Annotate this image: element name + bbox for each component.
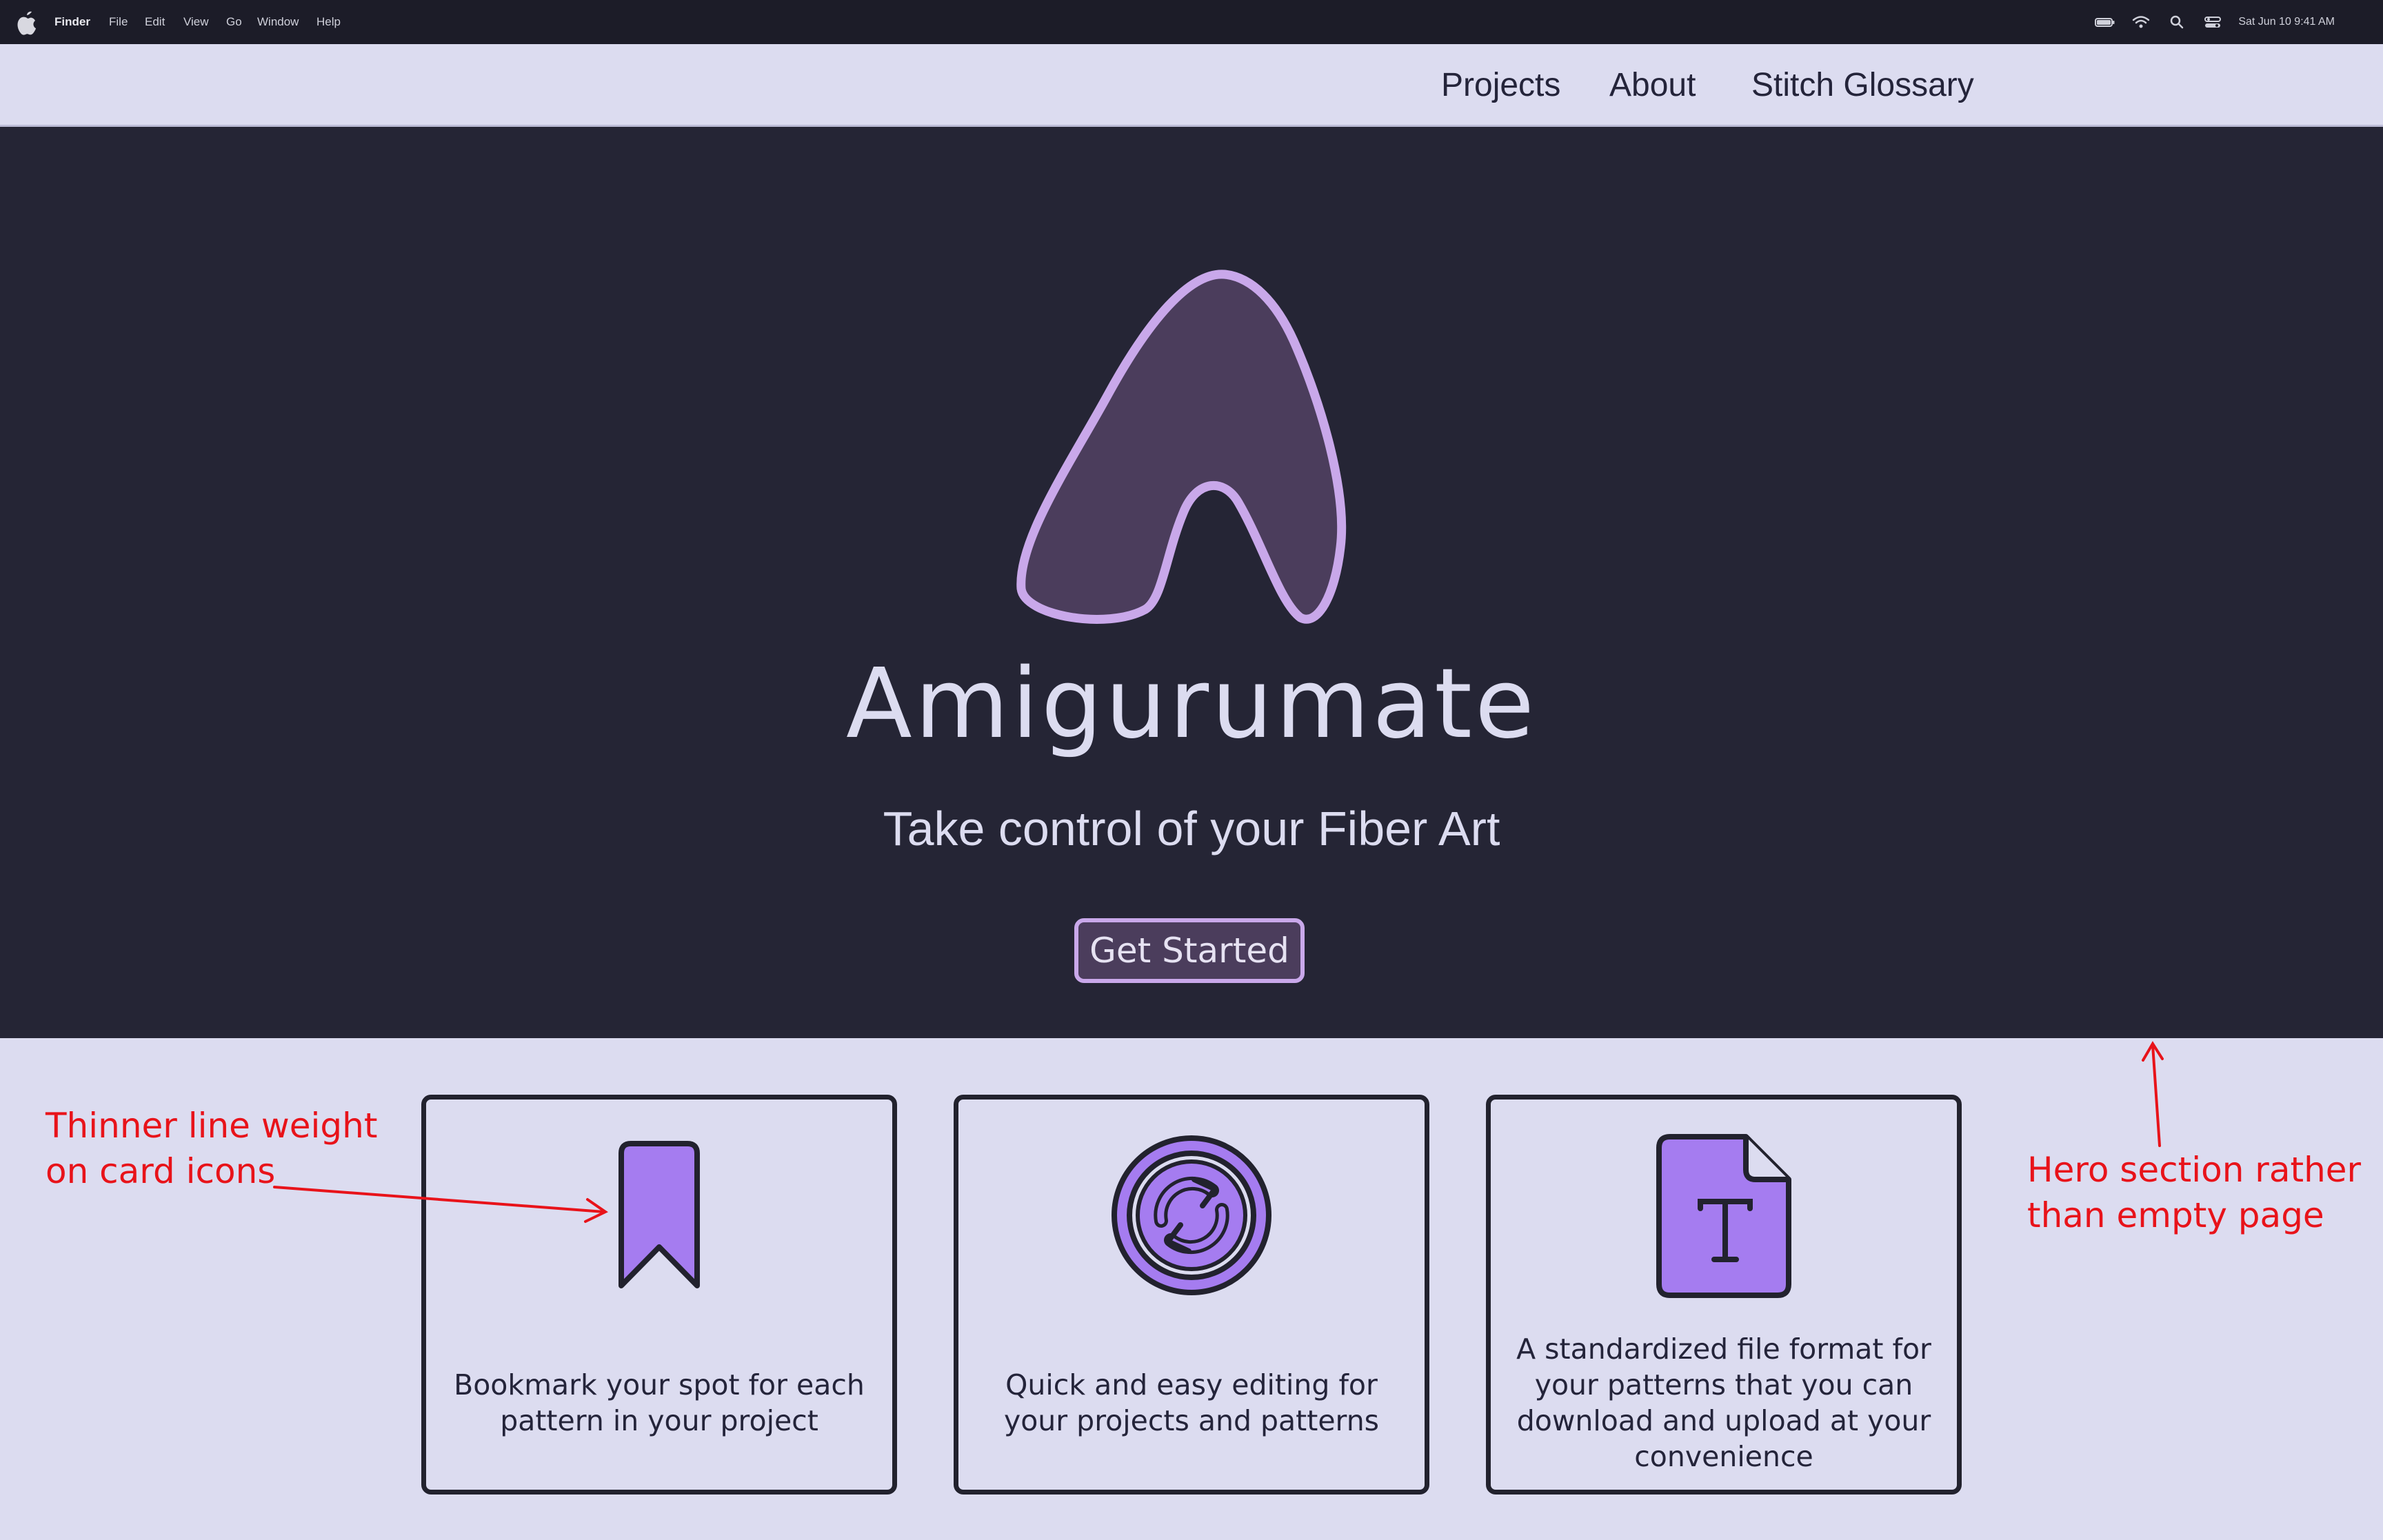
feature-text: A standardized file format for your patt…	[1516, 1333, 1931, 1473]
annotation-arrow-hero	[2142, 1041, 2164, 1147]
hero-section: Amigurumate Take control of your Fiber A…	[0, 127, 2383, 1038]
feature-card-file-format: A standardized file format for your patt…	[1486, 1095, 1962, 1495]
feature-card-bookmark: Bookmark your spot for each pattern in y…	[421, 1095, 897, 1495]
wifi-icon[interactable]	[2131, 12, 2151, 32]
search-icon[interactable]	[2166, 12, 2187, 32]
bookmark-icon	[619, 1141, 700, 1288]
text-file-icon	[1656, 1134, 1791, 1298]
annotation-icons-note: Thinner line weight on card icons	[46, 1103, 377, 1194]
menu-app-name[interactable]: Finder	[54, 15, 90, 29]
get-started-button[interactable]: Get Started	[1074, 918, 1305, 983]
annotation-text: Thinner line weight on card icons	[46, 1106, 378, 1191]
brand-title: Amigurumate	[845, 648, 1538, 760]
menu-help[interactable]: Help	[316, 15, 341, 29]
site-nav: Projects About Stitch Glossary	[0, 44, 2383, 127]
hero-tagline: Take control of your Fiber Art	[883, 802, 1500, 855]
menu-clock[interactable]: Sat Jun 10 9:41 AM	[2238, 16, 2335, 28]
menu-edit[interactable]: Edit	[145, 15, 165, 29]
feature-card-editing: Quick and easy editing for your projects…	[954, 1095, 1429, 1495]
nav-stitch-glossary-link[interactable]: Stitch Glossary	[1751, 65, 1974, 106]
menu-go[interactable]: Go	[226, 15, 242, 29]
menu-file[interactable]: File	[109, 15, 128, 29]
sync-icon	[1112, 1135, 1271, 1295]
amigurumi-logo-icon	[1016, 270, 1347, 624]
annotation-hero-note: Hero section rather than empty page	[2027, 1147, 2361, 1238]
menu-window[interactable]: Window	[257, 15, 299, 29]
battery-icon[interactable]	[2095, 12, 2115, 32]
control-center-icon[interactable]	[2202, 12, 2223, 32]
menu-bar: Finder File Edit View Go Window Help Sat…	[0, 0, 2383, 44]
feature-text: Quick and easy editing for your projects…	[1003, 1368, 1380, 1437]
annotation-text: Hero section rather than empty page	[2027, 1150, 2362, 1235]
feature-text: Bookmark your spot for each pattern in y…	[454, 1368, 865, 1437]
apple-icon[interactable]	[15, 10, 39, 36]
nav-projects-link[interactable]: Projects	[1441, 65, 1560, 106]
nav-about-link[interactable]: About	[1609, 65, 1696, 106]
menu-view[interactable]: View	[183, 15, 209, 29]
